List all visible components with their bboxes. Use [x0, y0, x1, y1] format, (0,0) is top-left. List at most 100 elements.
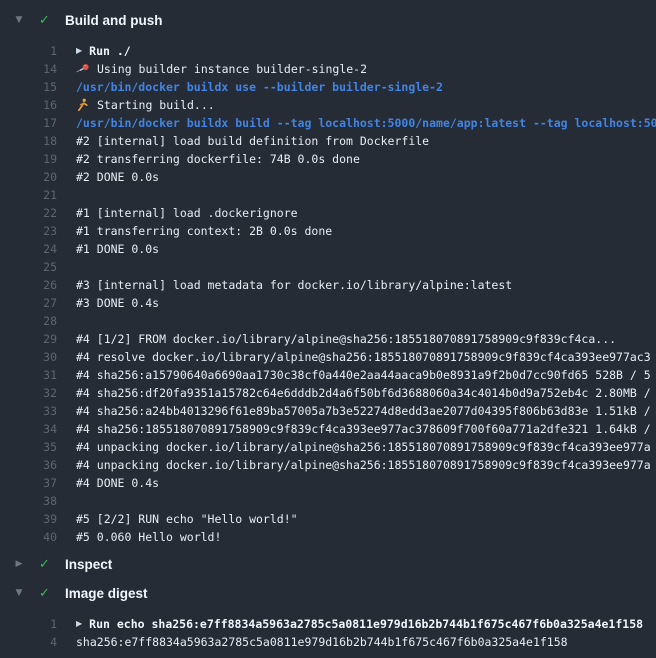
line-number[interactable]: 14 — [0, 60, 57, 78]
step-header[interactable]: ▼ ✓ Image digest — [0, 582, 656, 604]
line-number[interactable]: 18 — [0, 132, 57, 150]
line-number[interactable]: 1 — [0, 615, 57, 633]
line-number[interactable]: 28 — [0, 312, 57, 330]
chevron-down-icon[interactable]: ▼ — [13, 588, 25, 598]
line-text: ▶Run ./ — [57, 42, 131, 60]
line-text-content: #2 [internal] load build definition from… — [76, 132, 429, 150]
line-text-content: #2 transferring dockerfile: 74B 0.0s don… — [76, 150, 360, 168]
log-line[interactable]: 4 sha256:e7ff8834a5963a2785c5a0811e979d1… — [0, 633, 656, 651]
log-line[interactable]: 14 Using builder instance builder-single… — [0, 60, 656, 78]
step-header[interactable]: ▶ ✓ Inspect — [0, 553, 656, 575]
line-number[interactable]: 20 — [0, 168, 57, 186]
line-text: #5 0.060 Hello world! — [57, 528, 221, 546]
line-text: #2 DONE 0.0s — [57, 168, 159, 186]
log-line[interactable]: 20 #2 DONE 0.0s — [0, 168, 656, 186]
log-line[interactable]: 22 #1 [internal] load .dockerignore — [0, 204, 656, 222]
line-text-content: #4 DONE 0.4s — [76, 474, 159, 492]
log-line[interactable]: 24 #1 DONE 0.0s — [0, 240, 656, 258]
line-text: sha256:e7ff8834a5963a2785c5a0811e979d16b… — [57, 633, 568, 651]
line-number[interactable]: 34 — [0, 420, 57, 438]
log-line[interactable]: 15 /usr/bin/docker buildx use --builder … — [0, 78, 656, 96]
line-number[interactable]: 21 — [0, 186, 57, 204]
log-line[interactable]: 35 #4 unpacking docker.io/library/alpine… — [0, 438, 656, 456]
log-line[interactable]: 26 #3 [internal] load metadata for docke… — [0, 276, 656, 294]
line-text: #2 transferring dockerfile: 74B 0.0s don… — [57, 150, 360, 168]
line-text: /usr/bin/docker buildx use --builder bui… — [57, 78, 443, 96]
log-line[interactable]: 19 #2 transferring dockerfile: 74B 0.0s … — [0, 150, 656, 168]
line-number[interactable]: 23 — [0, 222, 57, 240]
log-line[interactable]: 39 #5 [2/2] RUN echo "Hello world!" — [0, 510, 656, 528]
log-line[interactable]: 27 #3 DONE 0.4s — [0, 294, 656, 312]
line-text-content: #3 [internal] load metadata for docker.i… — [76, 276, 512, 294]
log-line[interactable]: 25 — [0, 258, 656, 276]
log-line[interactable]: 40 #5 0.060 Hello world! — [0, 528, 656, 546]
log-line[interactable]: 17 /usr/bin/docker buildx build --tag lo… — [0, 114, 656, 132]
log-line[interactable]: 32 #4 sha256:df20fa9351a15782c64e6dddb2d… — [0, 384, 656, 402]
log-line[interactable]: 37 #4 DONE 0.4s — [0, 474, 656, 492]
log-line[interactable]: 21 — [0, 186, 656, 204]
line-number[interactable]: 37 — [0, 474, 57, 492]
line-number[interactable]: 30 — [0, 348, 57, 366]
line-number[interactable]: 16 — [0, 96, 57, 114]
step-header[interactable]: ▼ ✓ Build and push — [0, 9, 656, 31]
log-line[interactable]: 28 — [0, 312, 656, 330]
log-line[interactable]: 36 #4 unpacking docker.io/library/alpine… — [0, 456, 656, 474]
log-line[interactable]: 38 — [0, 492, 656, 510]
line-number[interactable]: 15 — [0, 78, 57, 96]
line-number[interactable]: 32 — [0, 384, 57, 402]
line-number[interactable]: 4 — [0, 633, 57, 651]
chevron-down-icon[interactable]: ▼ — [13, 15, 25, 25]
line-text: #4 sha256:a15790640a6690aa1730c38cf0a440… — [57, 366, 651, 384]
line-text: #3 [internal] load metadata for docker.i… — [57, 276, 512, 294]
line-text — [57, 312, 76, 330]
line-number[interactable]: 29 — [0, 330, 57, 348]
step-title: Inspect — [65, 557, 112, 572]
line-text: #4 sha256:185518070891758909c9f839cf4ca3… — [57, 420, 651, 438]
log-line[interactable]: 1 ▶Run ./ — [0, 42, 656, 60]
log-line[interactable]: 16 Starting build... — [0, 96, 656, 114]
line-text: Starting build... — [57, 96, 215, 114]
line-text: #4 sha256:df20fa9351a15782c64e6dddb2d4a6… — [57, 384, 651, 402]
line-text-content: sha256:e7ff8834a5963a2785c5a0811e979d16b… — [76, 633, 568, 651]
line-text: #1 DONE 0.0s — [57, 240, 159, 258]
line-text-content: #4 sha256:a15790640a6690aa1730c38cf0a440… — [76, 366, 651, 384]
line-number[interactable]: 22 — [0, 204, 57, 222]
expand-group-icon[interactable]: ▶ — [76, 615, 82, 633]
line-number[interactable]: 31 — [0, 366, 57, 384]
line-text: #4 resolve docker.io/library/alpine@sha2… — [57, 348, 651, 366]
log-line[interactable]: 30 #4 resolve docker.io/library/alpine@s… — [0, 348, 656, 366]
line-text — [57, 186, 76, 204]
line-text-content: #5 [2/2] RUN echo "Hello world!" — [76, 510, 298, 528]
line-number[interactable]: 26 — [0, 276, 57, 294]
log-line[interactable]: 1 ▶ Run echo sha256:e7ff8834a5963a2785c5a… — [0, 615, 656, 633]
line-text-content: #1 [internal] load .dockerignore — [76, 204, 298, 222]
log-line[interactable]: 31 #4 sha256:a15790640a6690aa1730c38cf0a… — [0, 366, 656, 384]
log-line[interactable]: 34 #4 sha256:185518070891758909c9f839cf4… — [0, 420, 656, 438]
expand-group-icon[interactable]: ▶ — [76, 42, 82, 60]
log-line[interactable]: 23 #1 transferring context: 2B 0.0s done — [0, 222, 656, 240]
line-text: #4 sha256:a24bb4013296f61e89ba57005a7b3e… — [57, 402, 651, 420]
line-number[interactable]: 17 — [0, 114, 57, 132]
step-log-lines: 1 ▶Run ./ 14 Using builder instance buil… — [0, 31, 656, 553]
log-line[interactable]: 18 #2 [internal] load build definition f… — [0, 132, 656, 150]
line-number[interactable]: 36 — [0, 456, 57, 474]
line-number[interactable]: 38 — [0, 492, 57, 510]
line-number[interactable]: 27 — [0, 294, 57, 312]
line-text: Using builder instance builder-single-2 — [57, 60, 367, 78]
chevron-right-icon[interactable]: ▶ — [13, 559, 25, 569]
log-line[interactable]: 33 #4 sha256:a24bb4013296f61e89ba57005a7… — [0, 402, 656, 420]
check-icon: ✓ — [37, 13, 52, 28]
line-text-content: Run echo sha256:e7ff8834a5963a2785c5a081… — [89, 615, 643, 633]
line-number[interactable]: 35 — [0, 438, 57, 456]
line-number[interactable]: 25 — [0, 258, 57, 276]
line-text-content: #1 transferring context: 2B 0.0s done — [76, 222, 332, 240]
log-line[interactable]: 29 #4 [1/2] FROM docker.io/library/alpin… — [0, 330, 656, 348]
line-text-content: /usr/bin/docker buildx use --builder bui… — [76, 78, 443, 96]
line-number[interactable]: 39 — [0, 510, 57, 528]
line-number[interactable]: 24 — [0, 240, 57, 258]
line-text-content: #4 [1/2] FROM docker.io/library/alpine@s… — [76, 330, 616, 348]
line-number[interactable]: 1 — [0, 42, 57, 60]
line-number[interactable]: 40 — [0, 528, 57, 546]
line-number[interactable]: 19 — [0, 150, 57, 168]
line-number[interactable]: 33 — [0, 402, 57, 420]
